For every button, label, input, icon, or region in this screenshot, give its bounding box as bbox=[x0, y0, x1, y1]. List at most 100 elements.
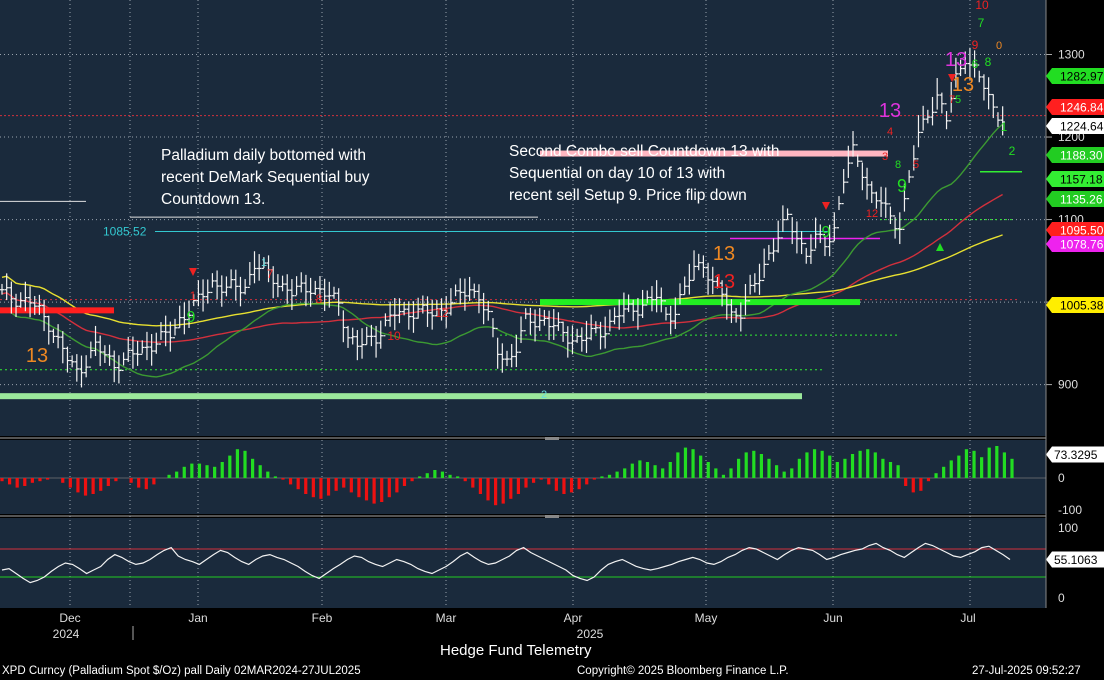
hist-bar bbox=[326, 478, 331, 496]
hist-bar bbox=[76, 478, 80, 493]
hist-y-tick: -100 bbox=[1058, 503, 1082, 517]
hist-bar bbox=[805, 452, 809, 478]
demark-label: 8 bbox=[895, 159, 901, 171]
hist-bar bbox=[683, 447, 688, 478]
hist-bar bbox=[197, 463, 202, 478]
hist-bar bbox=[630, 463, 634, 478]
demark-label: 9 bbox=[972, 38, 979, 52]
demark-label: 1 bbox=[190, 289, 197, 303]
hist-bar bbox=[23, 478, 27, 486]
divider-handle-2[interactable] bbox=[545, 515, 559, 518]
demark-label: 12 bbox=[866, 208, 878, 220]
demark-label: 2 bbox=[541, 389, 547, 401]
hist-bar bbox=[866, 449, 870, 478]
hist-bar bbox=[623, 468, 627, 478]
hist-bar bbox=[699, 455, 703, 478]
divider-handle-1[interactable] bbox=[545, 437, 559, 440]
price-tag-value: 1224.64 bbox=[1060, 120, 1104, 134]
hist-bar bbox=[30, 478, 34, 483]
hist-bar bbox=[440, 471, 445, 478]
hist-bar bbox=[539, 478, 543, 480]
x-tick-label: May bbox=[695, 611, 718, 625]
footer-instrument: XPD Curncy (Palladium Spot $/Oz) pall Da… bbox=[2, 665, 361, 677]
hist-bar bbox=[205, 465, 209, 478]
hist-bar bbox=[1010, 458, 1014, 478]
hist-bar bbox=[61, 478, 65, 483]
hist-bar bbox=[273, 476, 277, 478]
y-tick-label: 1300 bbox=[1058, 48, 1085, 62]
demark-label: 13 bbox=[26, 345, 48, 367]
hist-bar bbox=[569, 478, 574, 493]
osc-value: 55.1063 bbox=[1054, 553, 1098, 567]
x-tick-label: Jul bbox=[960, 611, 975, 625]
demark-label: 9 bbox=[897, 176, 907, 196]
demark-label: 13 bbox=[952, 74, 974, 96]
price-chart: 1085.52 1313131313139991079 0867 5438 51217… bbox=[0, 0, 1104, 641]
price-tag-value: 1095.50 bbox=[1060, 224, 1104, 238]
hist-bar bbox=[99, 478, 103, 491]
hist-bar bbox=[691, 449, 695, 478]
hist-bar bbox=[934, 473, 938, 478]
price-tag-value: 1005.38 bbox=[1060, 299, 1104, 313]
demark-label: 5 bbox=[913, 159, 919, 171]
hist-bar bbox=[425, 473, 429, 478]
hist-bar bbox=[577, 478, 581, 490]
y-tick-label: 900 bbox=[1058, 378, 1078, 392]
hist-bar bbox=[342, 478, 346, 488]
demark-label: 5 bbox=[955, 94, 961, 106]
hist-bar bbox=[759, 454, 763, 478]
demark-label: 10 bbox=[975, 0, 989, 12]
demark-label: 13 bbox=[945, 49, 967, 71]
demark-label: 3 bbox=[882, 151, 888, 163]
hist-bar bbox=[926, 478, 931, 482]
hist-bar bbox=[387, 478, 391, 498]
hist-bar bbox=[364, 478, 369, 501]
hist-bar bbox=[729, 468, 733, 478]
hist-bar bbox=[167, 474, 171, 478]
annotation-left: Palladium daily bottomed with recent DeM… bbox=[161, 147, 370, 208]
demark-label: 13 bbox=[713, 271, 735, 293]
hist-bar bbox=[433, 470, 437, 478]
hist-bar bbox=[83, 478, 88, 496]
demark-label: 4 bbox=[887, 126, 893, 138]
hist-bar bbox=[486, 478, 490, 501]
x-tick-label: Feb bbox=[312, 611, 333, 625]
price-tag-value: 1078.76 bbox=[1060, 238, 1104, 252]
hist-bar bbox=[266, 471, 270, 478]
hist-bar bbox=[904, 478, 908, 486]
hist-bar bbox=[843, 458, 847, 478]
footer-copyright: Copyright© 2025 Bloomberg Finance L.P. bbox=[577, 665, 789, 677]
hist-bar bbox=[706, 462, 710, 478]
hist-bar bbox=[957, 455, 961, 478]
demark-label: 7 bbox=[267, 267, 274, 281]
hist-bar bbox=[357, 478, 361, 498]
demark-label: 12 bbox=[435, 306, 449, 320]
hist-bar bbox=[0, 478, 4, 482]
hist-bar bbox=[182, 466, 186, 478]
hist-bar bbox=[311, 478, 315, 498]
hist-bar bbox=[638, 460, 642, 478]
osc-y-tick: 0 bbox=[1058, 591, 1065, 605]
demark-label: 9 bbox=[822, 224, 831, 241]
hist-bar bbox=[668, 462, 672, 478]
hist-bar bbox=[615, 471, 619, 478]
price-tag-value: 1282.97 bbox=[1060, 70, 1104, 84]
demark-label: 6 bbox=[972, 57, 979, 71]
hist-bar bbox=[987, 447, 991, 478]
hist-bar bbox=[15, 478, 19, 488]
hist-bar bbox=[995, 446, 999, 478]
hist-bar bbox=[949, 460, 953, 478]
hist-bar bbox=[554, 478, 558, 491]
hist-bar bbox=[463, 478, 467, 482]
hist-bar bbox=[68, 478, 72, 488]
hist-bar bbox=[547, 478, 551, 485]
hist-bar bbox=[349, 478, 353, 493]
hist-bar bbox=[296, 478, 300, 490]
demark-label: 13 bbox=[713, 243, 735, 265]
hist-bar bbox=[478, 478, 483, 494]
hist-bar bbox=[964, 449, 969, 478]
hist-bar bbox=[919, 478, 923, 491]
demark-label: 8 bbox=[316, 292, 323, 306]
hist-bar bbox=[820, 450, 824, 478]
hist-bar bbox=[281, 478, 285, 480]
